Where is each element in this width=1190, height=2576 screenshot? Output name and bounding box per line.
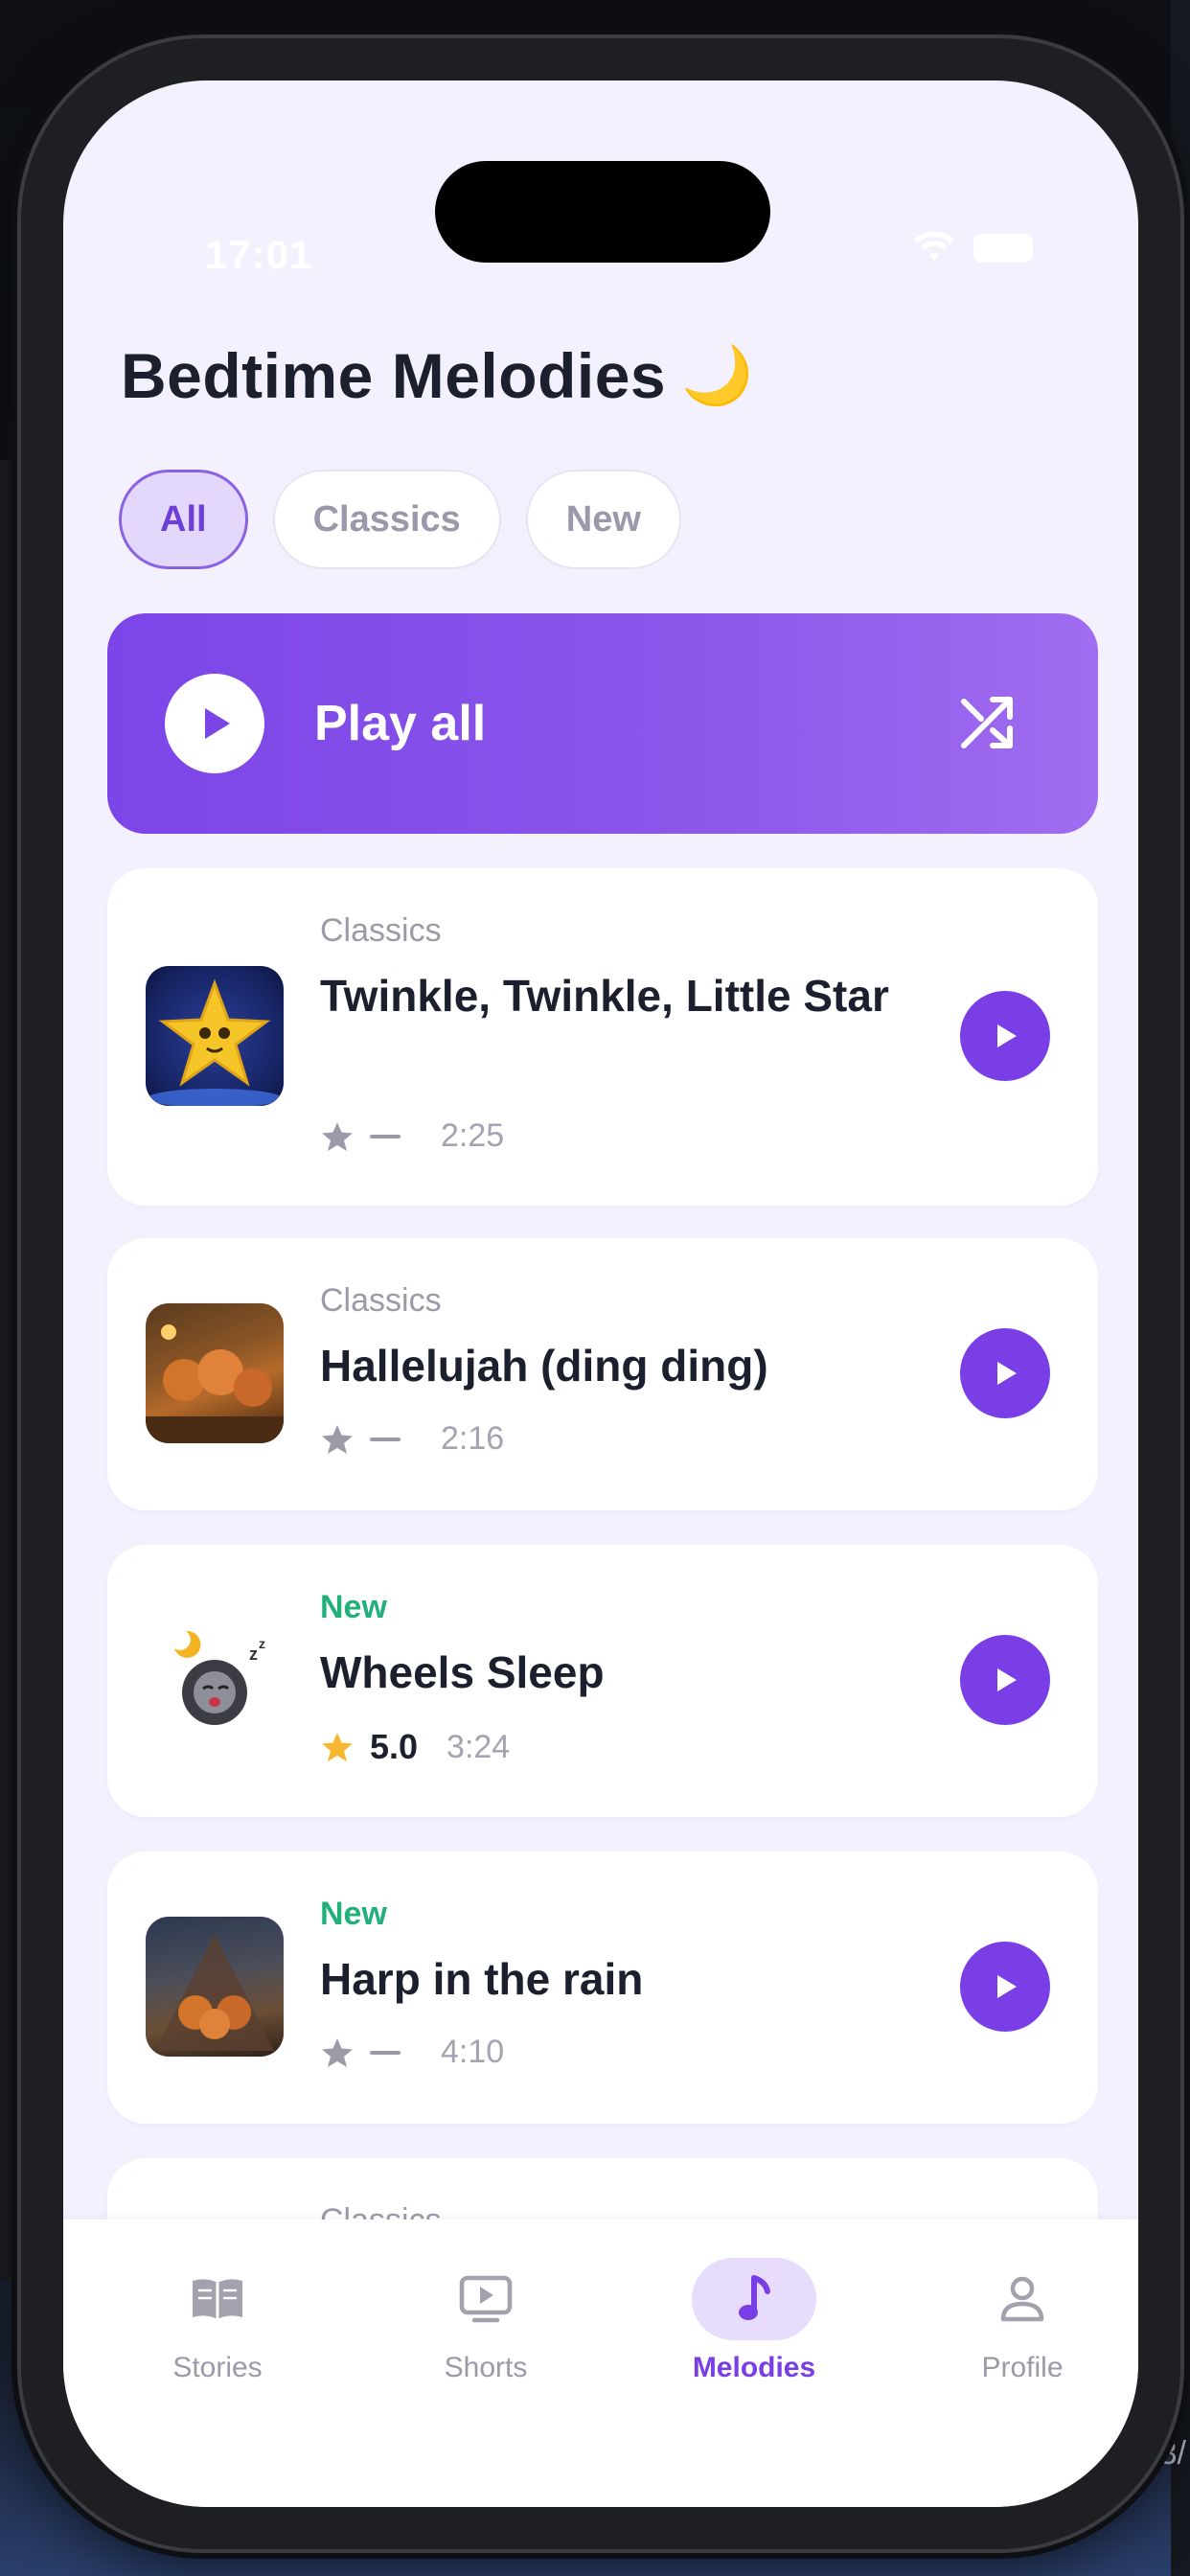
dynamic-island (435, 161, 770, 263)
rating-placeholder (370, 1437, 400, 1441)
star-icon (322, 1121, 353, 1151)
star-icon (322, 1733, 353, 1761)
foxes-in-tent-icon (155, 1934, 274, 2051)
track-title: Wheels Sleep (320, 1647, 605, 1697)
filter-chip-classics[interactable]: Classics (272, 470, 501, 569)
tab-label: Stories (172, 2352, 263, 2383)
shuffle-icon[interactable] (954, 690, 1021, 757)
filter-chip-all[interactable]: All (119, 470, 248, 569)
track-thumbnail (146, 966, 284, 1106)
svg-text:z: z (259, 1636, 265, 1651)
play-all-button[interactable]: Play all (107, 613, 1098, 834)
track-category-new: New (320, 1896, 387, 1932)
book-icon (193, 2279, 242, 2319)
battery-icon (973, 234, 1033, 263)
tab-profile[interactable]: Profile (936, 2258, 1109, 2384)
person-icon (1000, 2276, 1044, 2322)
track-meta: 2:16 (320, 1420, 504, 1458)
star-character-icon (148, 978, 282, 1106)
video-icon (459, 2275, 513, 2323)
play-icon (997, 1975, 1017, 1998)
play-icon (997, 1362, 1017, 1385)
header: Bedtime Melodies 🌙 (121, 339, 753, 412)
status-time: 17:01 (205, 232, 313, 277)
track-thumbnail: z z (146, 1610, 284, 1750)
page-title: Bedtime Melodies (121, 340, 667, 411)
track-card-harp-in-the-rain[interactable]: New Harp in the rain 4:10 (107, 1852, 1098, 2124)
star-icon (322, 2037, 353, 2067)
track-duration: 2:25 (441, 1117, 505, 1154)
track-play-button[interactable] (960, 1635, 1050, 1725)
track-thumbnail (146, 1917, 284, 2057)
track-category: Classics (320, 912, 442, 949)
play-all-icon (165, 674, 264, 773)
play-icon (997, 1024, 1017, 1047)
track-title: Harp in the rain (320, 1954, 644, 2004)
background-window-edge (0, 460, 21, 2281)
rating-placeholder (370, 2050, 400, 2055)
status-icons (912, 232, 1033, 264)
track-category-new: New (320, 1589, 387, 1625)
track-meta: 2:25 (320, 1117, 504, 1155)
track-card-hallelujah[interactable]: Classics Hallelujah (ding ding) 2:16 (107, 1238, 1098, 1510)
rating-placeholder (370, 1134, 400, 1138)
track-play-button[interactable] (960, 1328, 1050, 1418)
track-duration: 3:24 (446, 1728, 511, 1765)
filter-chip-new[interactable]: New (525, 470, 681, 569)
tab-stories[interactable]: Stories (131, 2258, 304, 2384)
track-duration: 2:16 (441, 1420, 505, 1457)
sleeping-wheel-icon: z z (174, 1630, 265, 1725)
foxes-illustration-icon (146, 1324, 284, 1443)
star-icon (322, 1424, 353, 1454)
track-category: Classics (320, 1282, 442, 1319)
play-icon (997, 1668, 1017, 1691)
music-note-icon (739, 2275, 770, 2320)
track-meta: 4:10 (320, 2034, 504, 2071)
tab-label: Shorts (444, 2352, 528, 2383)
tab-label: Profile (981, 2352, 1064, 2383)
tab-label: Melodies (692, 2352, 816, 2383)
filter-chips: All Classics New (119, 470, 681, 569)
track-title: Hallelujah (ding ding) (320, 1341, 768, 1391)
phone-frame: 17:01 Bedtime Melodies 🌙 All Classics Ne… (21, 38, 1180, 2549)
play-all-label: Play all (314, 696, 487, 751)
track-meta: 5.0 3:24 (320, 1727, 510, 1767)
tab-shorts[interactable]: Shorts (400, 2258, 572, 2384)
app-screen: 17:01 Bedtime Melodies 🌙 All Classics Ne… (63, 80, 1138, 2507)
track-thumbnail (146, 1303, 284, 1443)
tab-melodies[interactable]: Melodies (668, 2258, 840, 2384)
track-play-button[interactable] (960, 1942, 1050, 2032)
track-card-wheels-sleep[interactable]: z z New Wheels Sleep 5.0 3:24 (107, 1545, 1098, 1817)
svg-text:z: z (249, 1644, 258, 1664)
bottom-tab-bar: Stories Shorts Melodies Profile (63, 2220, 1138, 2507)
track-duration: 4:10 (441, 2034, 505, 2070)
track-rating: 5.0 (370, 1727, 419, 1766)
track-play-button[interactable] (960, 991, 1050, 1081)
track-card-twinkle[interactable]: Classics Twinkle, Twinkle, Little Star 2… (107, 868, 1098, 1206)
track-title: Twinkle, Twinkle, Little Star (320, 971, 889, 1021)
wifi-icon (914, 232, 954, 261)
moon-icon: 🌙 (681, 343, 753, 407)
